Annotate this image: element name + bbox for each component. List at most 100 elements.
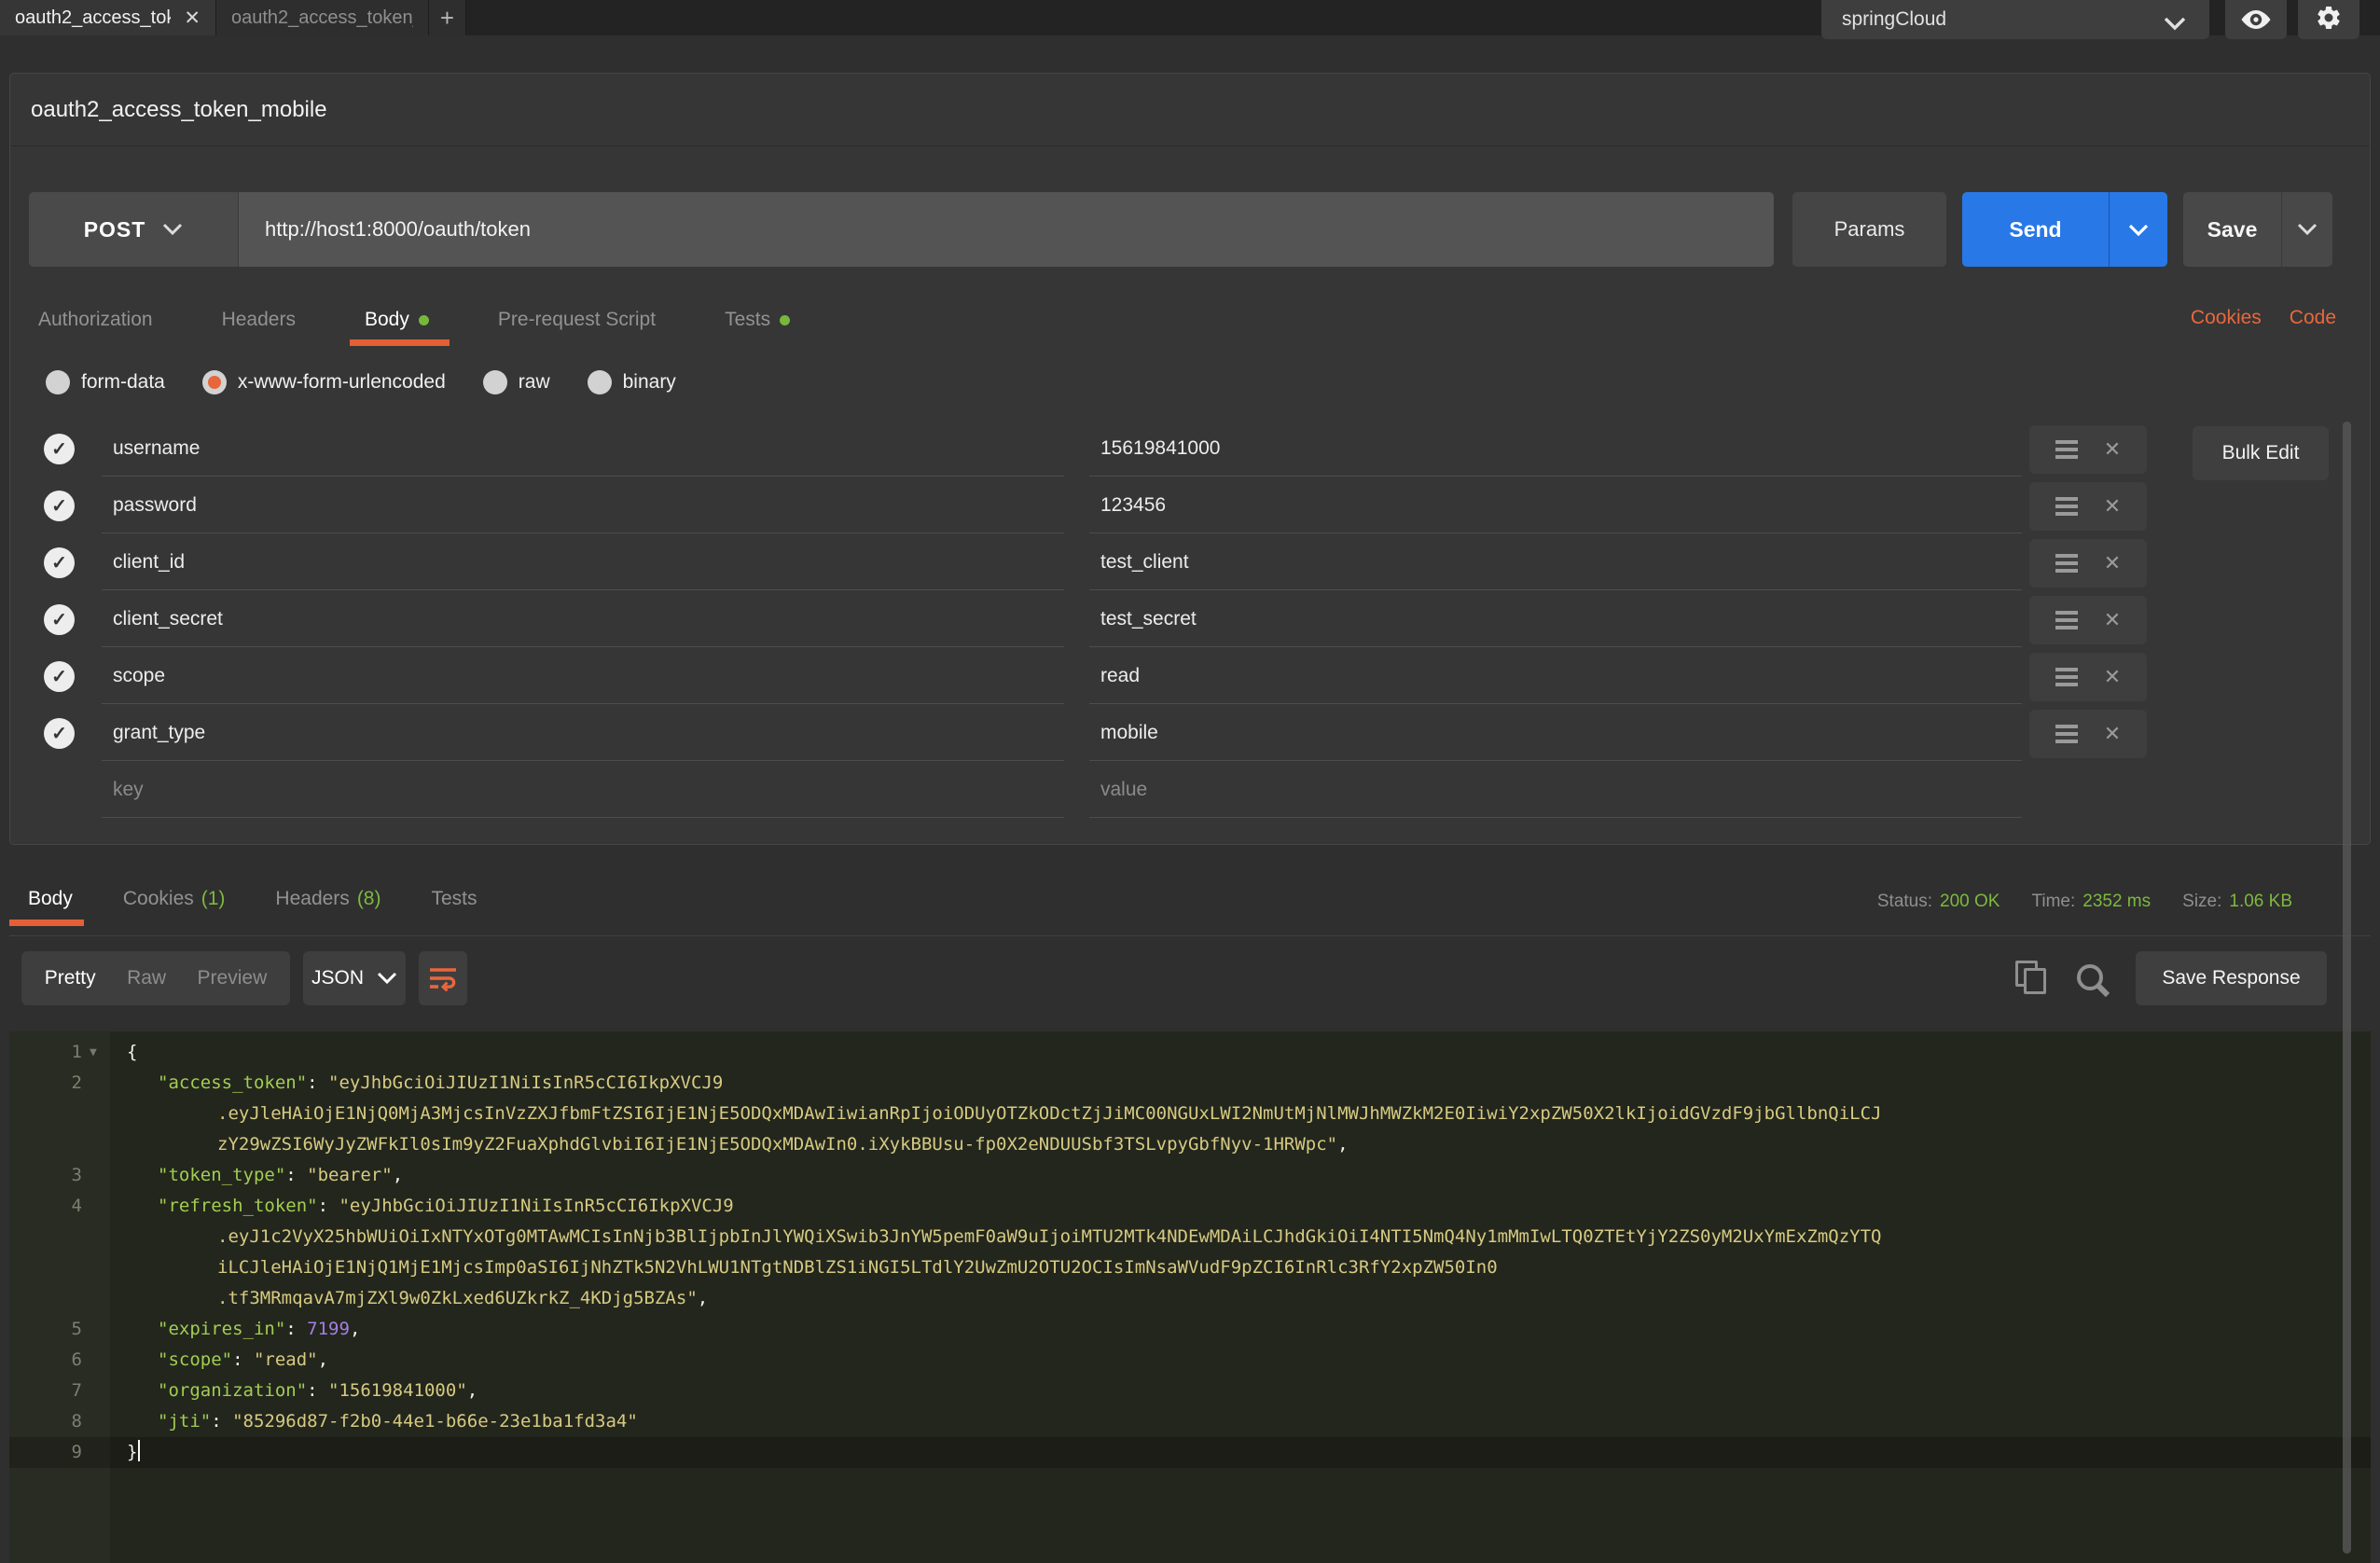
row-checkbox[interactable]: ✓	[44, 718, 75, 749]
response-tab-headers[interactable]: Headers(8)	[275, 888, 381, 910]
format-select[interactable]: JSON	[303, 951, 406, 1005]
radio-icon	[46, 370, 70, 394]
code-line: 4"refresh_token": "eyJhbGciOiJIUzI1NiIsI…	[9, 1191, 2371, 1222]
view-preview[interactable]: Preview	[198, 967, 268, 989]
chevron-down-icon	[2297, 223, 2318, 236]
drag-handle-icon[interactable]	[2055, 725, 2078, 743]
cookies-link[interactable]: Cookies	[2191, 307, 2262, 329]
radio-raw[interactable]: raw	[483, 370, 550, 394]
tab-oauth2-access-token[interactable]: oauth2_access_token_ ✕	[0, 0, 216, 35]
save-response-button[interactable]: Save Response	[2136, 951, 2327, 1005]
key-field[interactable]: password	[102, 477, 1064, 533]
line-number: 4	[9, 1191, 82, 1222]
code-line: 6"scope": "read",	[9, 1345, 2371, 1376]
tab-oauth2-access-token-password[interactable]: oauth2_access_token_passw	[216, 0, 429, 35]
delete-row-icon[interactable]: ✕	[2104, 439, 2121, 460]
new-tab-button[interactable]: +	[429, 0, 466, 35]
time-value: 2352 ms	[2082, 892, 2151, 911]
radio-binary[interactable]: binary	[588, 370, 676, 394]
send-options-button[interactable]	[2110, 192, 2167, 267]
drag-handle-icon[interactable]	[2055, 611, 2078, 629]
send-button[interactable]: Send	[1962, 192, 2110, 267]
row-checkbox[interactable]: ✓	[44, 661, 75, 692]
bulk-edit-button[interactable]: Bulk Edit	[2193, 426, 2329, 480]
row-checkbox[interactable]: ✓	[44, 547, 75, 578]
tab-authorization[interactable]: Authorization	[38, 309, 153, 331]
row-checkbox[interactable]: ✓	[44, 491, 75, 521]
drag-handle-icon[interactable]	[2055, 554, 2078, 573]
key-field[interactable]: client_secret	[102, 591, 1064, 647]
value-field[interactable]: test_client	[1089, 534, 2022, 590]
value-field[interactable]: 123456	[1089, 477, 2022, 533]
row-actions: ✕	[2029, 710, 2147, 758]
time-label: Time:	[2031, 892, 2075, 911]
table-row: key value	[10, 762, 2370, 819]
environment-quicklook-button[interactable]	[2225, 0, 2287, 39]
radio-form-data[interactable]: form-data	[46, 370, 165, 394]
view-raw[interactable]: Raw	[127, 967, 166, 989]
wrap-text-icon	[428, 965, 458, 991]
delete-row-icon[interactable]: ✕	[2104, 553, 2121, 574]
drag-handle-icon[interactable]	[2055, 668, 2078, 686]
key-field[interactable]: client_id	[102, 534, 1064, 590]
close-tab-icon[interactable]: ✕	[184, 7, 201, 30]
response-tab-tests[interactable]: Tests	[431, 888, 477, 910]
response-tab-cookies[interactable]: Cookies(1)	[123, 888, 226, 910]
value-field[interactable]: test_secret	[1089, 591, 2022, 647]
line-number: 3	[9, 1160, 82, 1191]
params-button[interactable]: Params	[1792, 192, 1946, 267]
value-field[interactable]: read	[1089, 648, 2022, 704]
row-checkbox[interactable]: ✓	[44, 434, 75, 464]
key-field[interactable]: scope	[102, 648, 1064, 704]
radio-x-www-form-urlencoded[interactable]: x-www-form-urlencoded	[202, 370, 446, 394]
row-actions: ✕	[2029, 596, 2147, 644]
code-line: .tf3MRmqavA7mjZXl9w0ZkLxed6UZkrkZ_4KDjg5…	[9, 1283, 2371, 1314]
green-dot-icon	[419, 315, 429, 325]
environment-select[interactable]: springCloud	[1821, 0, 2209, 39]
settings-button[interactable]	[2298, 0, 2359, 39]
cookies-count: (1)	[201, 888, 226, 909]
response-tab-body[interactable]: Body	[28, 888, 73, 910]
search-response-button[interactable]	[2073, 961, 2112, 1000]
fold-arrow-icon[interactable]: ▼	[90, 1037, 97, 1068]
drag-handle-icon[interactable]	[2055, 440, 2078, 459]
view-pretty[interactable]: Pretty	[45, 967, 96, 989]
method-select[interactable]: POST	[29, 192, 239, 267]
table-row: ✓ client_id test_client ✕	[10, 534, 2370, 591]
tab-headers[interactable]: Headers	[222, 309, 296, 331]
row-actions: ✕	[2029, 653, 2147, 701]
save-options-button[interactable]	[2282, 192, 2332, 267]
row-checkbox[interactable]: ✓	[44, 604, 75, 635]
status-value: 200 OK	[1940, 892, 1999, 911]
value-field[interactable]: value	[1089, 762, 2022, 818]
send-split-button: Send	[1962, 192, 2167, 267]
code-line: 9}	[9, 1437, 2371, 1468]
delete-row-icon[interactable]: ✕	[2104, 610, 2121, 630]
tab-tests[interactable]: Tests	[725, 309, 790, 331]
key-field[interactable]: username	[102, 421, 1064, 477]
drag-handle-icon[interactable]	[2055, 497, 2078, 516]
chevron-down-icon	[2163, 16, 2187, 31]
vertical-scrollbar[interactable]	[2343, 422, 2351, 1554]
save-button[interactable]: Save	[2183, 192, 2282, 267]
value-field[interactable]: mobile	[1089, 705, 2022, 761]
request-title: oauth2_access_token_mobile	[10, 74, 2370, 146]
delete-row-icon[interactable]: ✕	[2104, 724, 2121, 744]
delete-row-icon[interactable]: ✕	[2104, 496, 2121, 517]
wrap-text-button[interactable]	[419, 951, 467, 1005]
url-input[interactable]: http://host1:8000/oauth/token	[239, 192, 1774, 267]
copy-response-button[interactable]	[2015, 961, 2051, 998]
delete-row-icon[interactable]: ✕	[2104, 667, 2121, 687]
key-field[interactable]: grant_type	[102, 705, 1064, 761]
url-bar: POST http://host1:8000/oauth/token Param…	[29, 192, 2332, 267]
key-field[interactable]: key	[102, 762, 1064, 818]
value-field[interactable]: 15619841000	[1089, 421, 2022, 477]
code-link[interactable]: Code	[2290, 307, 2336, 329]
size-value: 1.06 KB	[2229, 892, 2292, 911]
tab-pre-request-script[interactable]: Pre-request Script	[498, 309, 656, 331]
response-toolbar: Pretty Raw Preview JSON	[9, 951, 2371, 1007]
tab-body[interactable]: Body	[365, 309, 429, 331]
code-line: 3"token_type": "bearer",	[9, 1160, 2371, 1191]
body-mode-radios: form-data x-www-form-urlencoded raw bina…	[46, 370, 676, 394]
response-body-editor[interactable]: 1▼{2"access_token": "eyJhbGciOiJIUzI1NiI…	[9, 1031, 2371, 1563]
